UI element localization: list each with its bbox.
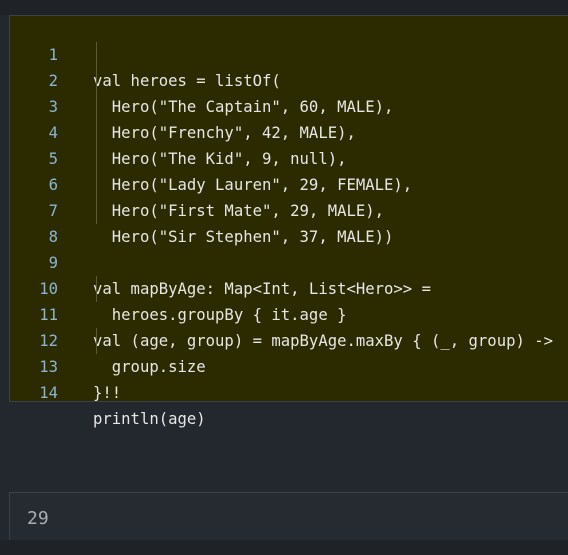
code-line: 8	[10, 198, 568, 246]
top-band	[0, 0, 568, 15]
code-line: 13 }!!	[10, 328, 568, 402]
indent-guide	[96, 276, 97, 302]
code-line: 7 Hero("Sir Stephen", 37, MALE))	[10, 172, 568, 246]
indent-guide	[96, 42, 97, 224]
line-code[interactable]: println(age)	[93, 406, 206, 432]
code-line: 9 val mapByAge: Map<Int, List<Hero>> =	[10, 224, 568, 298]
output-text: 29	[27, 508, 49, 529]
indent-guide	[96, 328, 97, 354]
code-line: 3 Hero("Frenchy", 42, MALE),	[10, 68, 568, 142]
code-line: 11 val (age, group) = mapByAge.maxBy { (…	[10, 276, 568, 350]
code-line: 2 Hero("The Captain", 60, MALE),	[10, 42, 568, 116]
code-editor[interactable]: 1 val heroes = listOf( 2 Hero("The Capta…	[9, 15, 568, 428]
code-line: 6 Hero("First Mate", 29, MALE),	[10, 146, 568, 220]
code-line: 14 println(age)	[10, 354, 568, 428]
code-line: 10 heroes.groupBy { it.age }	[10, 250, 568, 324]
code-line: 4 Hero("The Kid", 9, null),	[10, 94, 568, 168]
output-panel: 29	[9, 492, 568, 540]
line-code[interactable]: }!!	[93, 380, 121, 406]
code-line: 1 val heroes = listOf(	[10, 16, 568, 90]
bottom-band	[0, 540, 568, 555]
line-number: 14	[39, 384, 58, 402]
code-line: 12 group.size	[10, 302, 568, 376]
code-line: 5 Hero("Lady Lauren", 29, FEMALE),	[10, 120, 568, 194]
